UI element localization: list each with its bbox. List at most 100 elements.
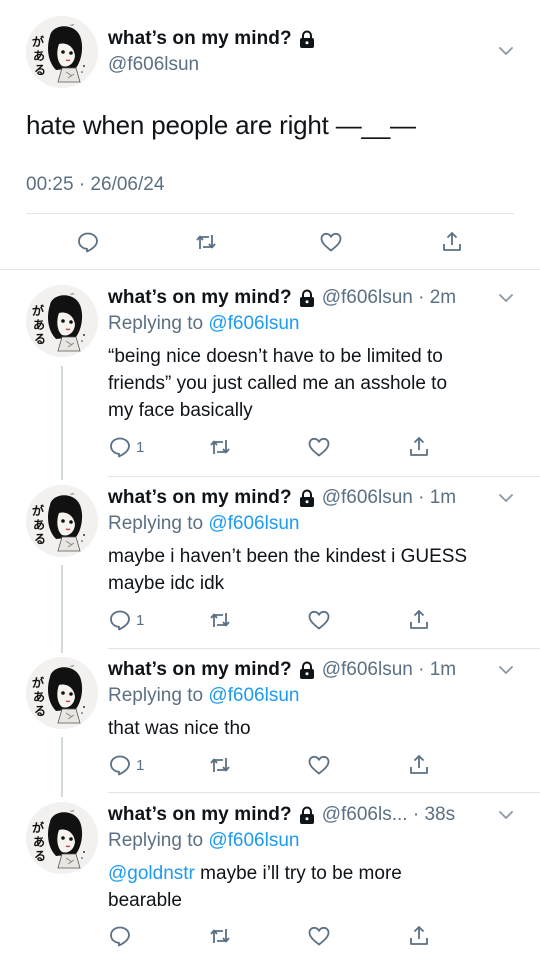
reply-button[interactable]: 1 bbox=[108, 435, 144, 459]
like-icon bbox=[319, 230, 343, 254]
avatar[interactable] bbox=[26, 485, 98, 557]
handle-timestamp[interactable]: @f606lsun · 1m bbox=[322, 659, 456, 681]
like-icon bbox=[307, 608, 331, 632]
replying-prefix: Replying to bbox=[108, 685, 209, 706]
retweet-button[interactable] bbox=[208, 608, 232, 632]
divider bbox=[108, 648, 540, 649]
share-icon bbox=[407, 435, 431, 459]
avatar[interactable] bbox=[26, 657, 98, 729]
handle-timestamp[interactable]: @f606ls... · 38s bbox=[322, 804, 455, 826]
share-icon bbox=[407, 924, 431, 948]
like-icon bbox=[307, 753, 331, 777]
reply-count: 1 bbox=[136, 611, 145, 629]
reply-icon bbox=[108, 608, 132, 632]
reply-button[interactable]: 1 bbox=[108, 608, 144, 632]
chevron-down-icon[interactable] bbox=[497, 289, 515, 307]
lock-icon bbox=[299, 661, 315, 679]
divider bbox=[26, 213, 514, 214]
display-name[interactable]: what’s on my mind? bbox=[108, 28, 292, 50]
reply-button[interactable] bbox=[108, 924, 136, 948]
tweet-timestamp[interactable]: 00:25 · 26/06/24 bbox=[26, 174, 164, 196]
tweet-actions: 1 bbox=[0, 752, 540, 778]
share-icon bbox=[407, 753, 431, 777]
replying-to: Replying to @f606lsun bbox=[108, 830, 299, 852]
tweet-text: that was nice tho bbox=[108, 715, 518, 742]
share-button[interactable] bbox=[407, 608, 431, 632]
text-line: bearable bbox=[108, 890, 182, 911]
reply-button[interactable] bbox=[76, 230, 100, 254]
retweet-icon bbox=[208, 753, 232, 777]
replying-to: Replying to @f606lsun bbox=[108, 513, 299, 535]
share-button[interactable] bbox=[440, 230, 464, 254]
chevron-down-icon[interactable] bbox=[497, 42, 515, 60]
tweet-actions: 1 bbox=[0, 434, 540, 460]
display-name[interactable]: what’s on my mind? bbox=[108, 287, 292, 309]
tweet-text: hate when people are right —__— bbox=[26, 110, 416, 140]
reply-icon bbox=[108, 924, 132, 948]
tweet-actions bbox=[0, 923, 540, 949]
share-button[interactable] bbox=[407, 435, 431, 459]
share-button[interactable] bbox=[407, 753, 431, 777]
replying-prefix: Replying to bbox=[108, 313, 209, 334]
like-button[interactable] bbox=[307, 608, 331, 632]
display-name[interactable]: what’s on my mind? bbox=[108, 487, 292, 509]
text-line: @goldnstr maybe i’ll try to be more bbox=[108, 860, 518, 887]
avatar[interactable] bbox=[26, 285, 98, 357]
like-icon bbox=[307, 924, 331, 948]
lock-icon bbox=[299, 289, 315, 307]
tweet-actions bbox=[0, 228, 540, 258]
like-button[interactable] bbox=[307, 924, 331, 948]
text-fragment: maybe i’ll try to be more bbox=[194, 863, 402, 884]
retweet-button[interactable] bbox=[208, 753, 232, 777]
username[interactable]: @f606lsun bbox=[108, 54, 199, 76]
share-icon bbox=[440, 230, 464, 254]
replying-prefix: Replying to bbox=[108, 513, 209, 534]
reply-header: what’s on my mind? @f606lsun · 1m bbox=[108, 487, 456, 509]
text-line: friends” you just called me an asshole t… bbox=[108, 373, 448, 394]
mention-link[interactable]: @goldnstr bbox=[108, 863, 195, 884]
reply-header: what’s on my mind? @f606lsun · 1m bbox=[108, 659, 456, 681]
avatar[interactable] bbox=[26, 16, 98, 88]
tweet-text: “being nice doesn’t have to be limited t… bbox=[108, 343, 518, 424]
text-line: that was nice tho bbox=[108, 718, 251, 739]
text-line: maybe idc idk bbox=[108, 573, 225, 594]
reply-count: 1 bbox=[136, 756, 145, 774]
share-icon bbox=[407, 608, 431, 632]
share-button[interactable] bbox=[407, 924, 431, 948]
tweet-actions: 1 bbox=[0, 607, 540, 633]
retweet-icon bbox=[194, 230, 218, 254]
tweet-text: maybe i haven’t been the kindest i GUESS… bbox=[108, 543, 518, 597]
handle-timestamp[interactable]: @f606lsun · 1m bbox=[322, 487, 456, 509]
like-button[interactable] bbox=[307, 435, 331, 459]
like-button[interactable] bbox=[319, 230, 343, 254]
retweet-icon bbox=[208, 924, 232, 948]
retweet-button[interactable] bbox=[208, 435, 232, 459]
chevron-down-icon[interactable] bbox=[497, 489, 515, 507]
handle-timestamp[interactable]: @f606lsun · 2m bbox=[322, 287, 456, 309]
reply-icon bbox=[108, 753, 132, 777]
replying-to: Replying to @f606lsun bbox=[108, 685, 299, 707]
chevron-down-icon[interactable] bbox=[497, 661, 515, 679]
display-name[interactable]: what’s on my mind? bbox=[108, 804, 292, 826]
retweet-button[interactable] bbox=[194, 230, 218, 254]
reply-count: 1 bbox=[136, 438, 145, 456]
replying-to-link[interactable]: @f606lsun bbox=[208, 513, 299, 534]
like-icon bbox=[307, 435, 331, 459]
replying-to-link[interactable]: @f606lsun bbox=[208, 830, 299, 851]
avatar[interactable] bbox=[26, 802, 98, 874]
lock-icon bbox=[299, 30, 315, 48]
reply-button[interactable]: 1 bbox=[108, 753, 144, 777]
thread-line bbox=[61, 366, 63, 480]
reply-icon bbox=[108, 435, 132, 459]
replying-to: Replying to @f606lsun bbox=[108, 313, 299, 335]
replying-to-link[interactable]: @f606lsun bbox=[208, 313, 299, 334]
display-name[interactable]: what’s on my mind? bbox=[108, 659, 292, 681]
author-row: what’s on my mind? bbox=[108, 28, 315, 50]
lock-icon bbox=[299, 489, 315, 507]
reply-header: what’s on my mind? @f606lsun · 2m bbox=[108, 287, 456, 309]
chevron-down-icon[interactable] bbox=[497, 806, 515, 824]
retweet-button[interactable] bbox=[208, 924, 232, 948]
replying-to-link[interactable]: @f606lsun bbox=[208, 685, 299, 706]
like-button[interactable] bbox=[307, 753, 331, 777]
text-line: maybe i haven’t been the kindest i GUESS bbox=[108, 546, 468, 567]
